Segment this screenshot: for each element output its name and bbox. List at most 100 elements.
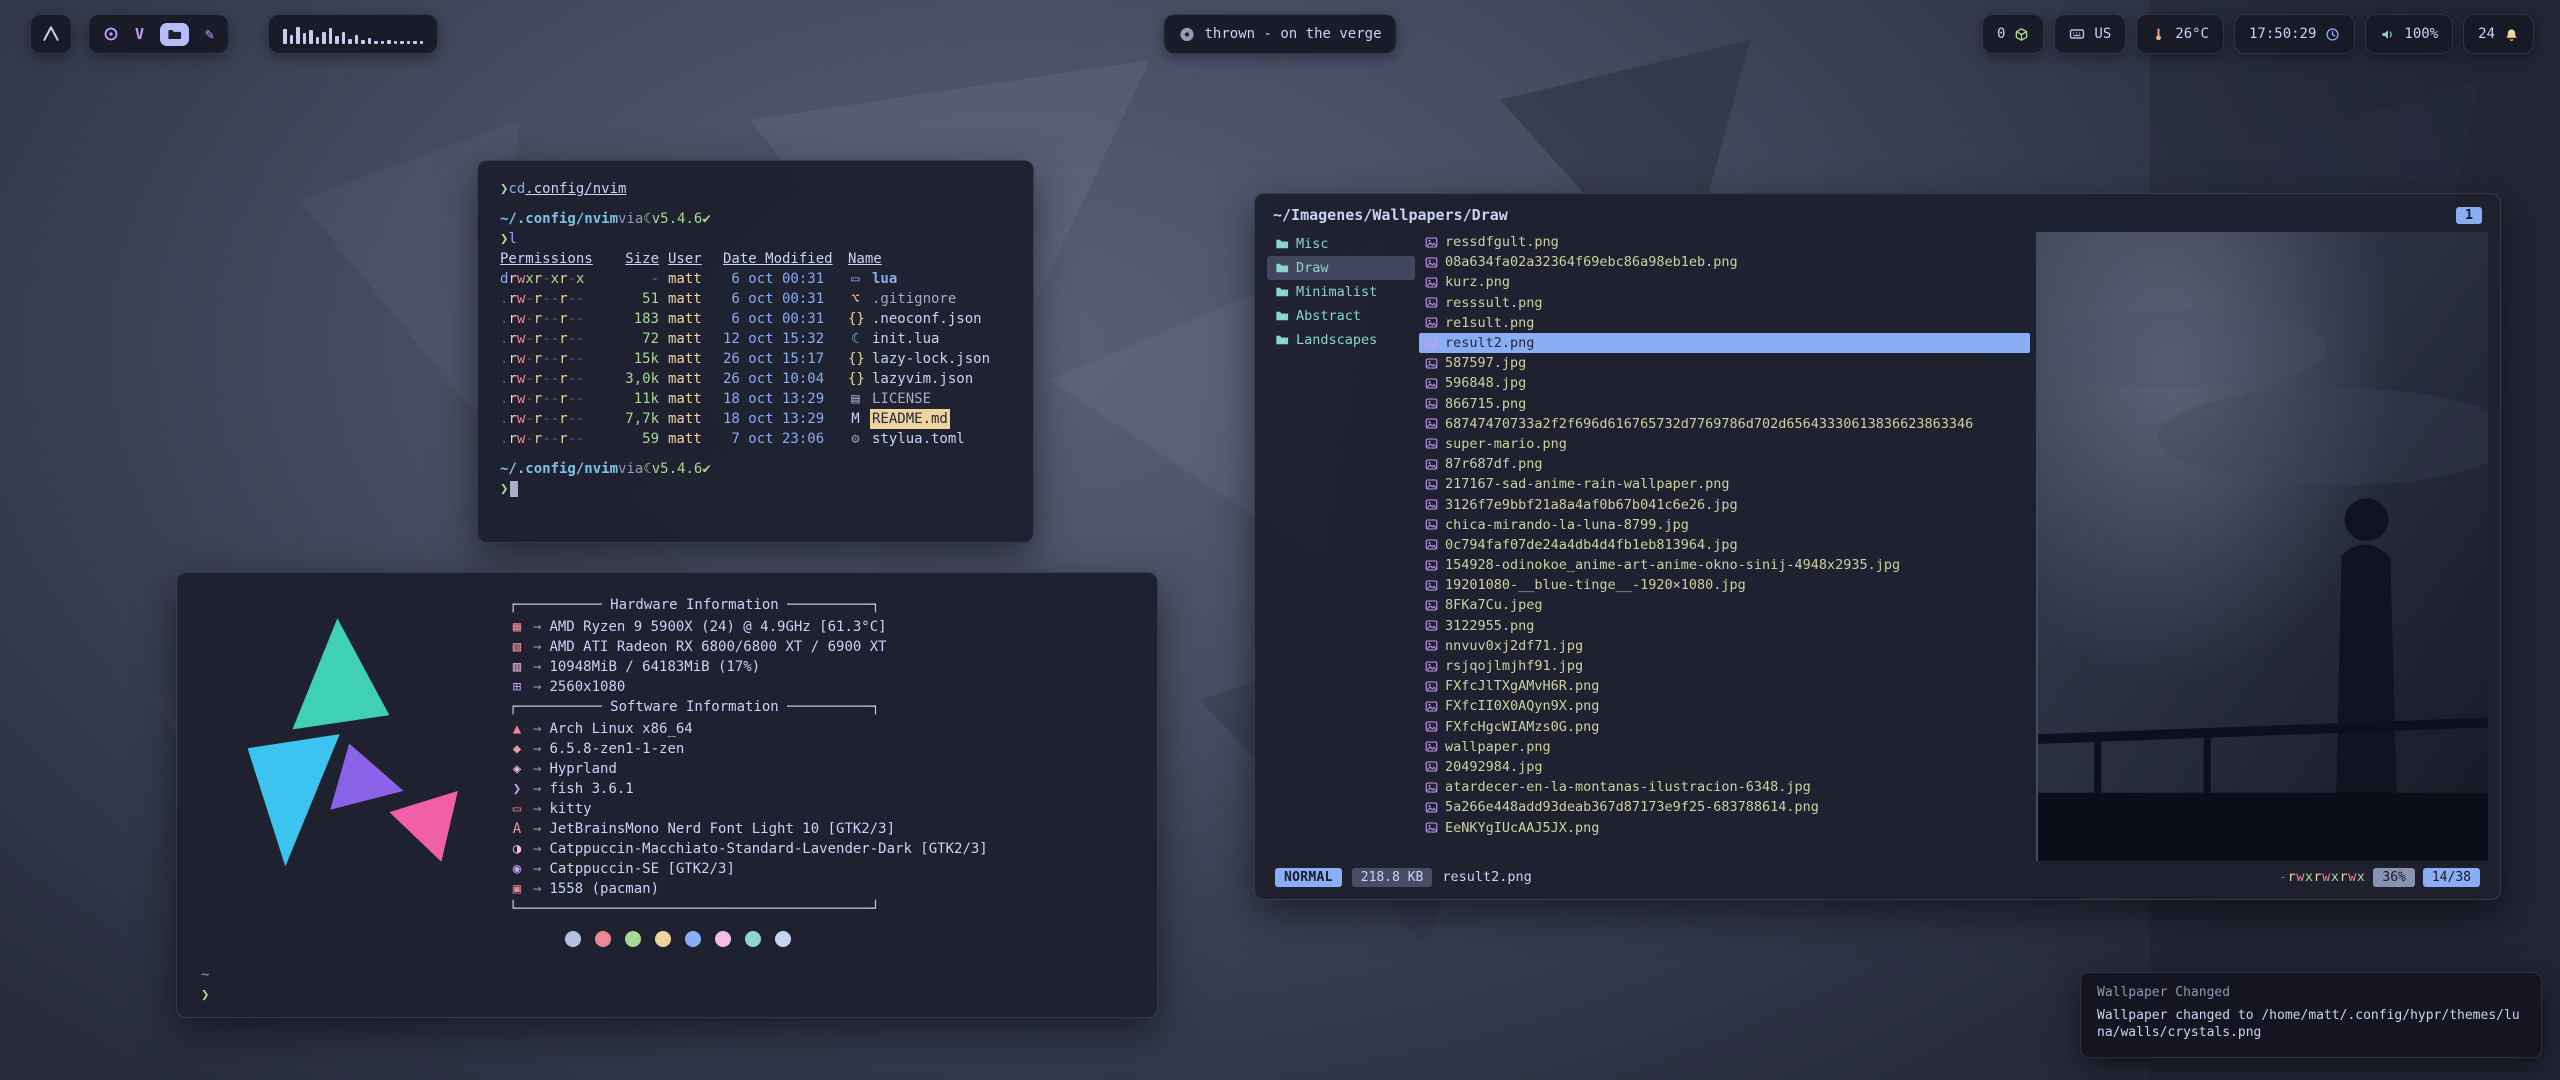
directory-item[interactable]: Misc [1267,232,1415,256]
json-icon: {} [848,369,863,389]
directory-item[interactable]: Minimalist [1267,280,1415,304]
file-row[interactable]: wallpaper.png [1419,737,2030,757]
listing-row: .rw-r--r-- 7,7k matt 18 oct 13:29 M READ… [500,409,1011,429]
info-value: JetBrainsMono Nerd Font Light 10 [GTK2/3… [549,819,895,839]
lua-file-icon: ☾ [848,329,863,349]
temperature-widget[interactable]: 26°C [2136,14,2224,54]
file-row[interactable]: ressdfgult.png [1419,232,2030,252]
file-row[interactable]: resssult.png [1419,293,2030,313]
directory-item[interactable]: Draw [1267,256,1415,280]
permissions: .rw-r--r-- [500,409,600,429]
prompt-symbol: ❯ [500,179,508,199]
file-name: LICENSE [870,389,933,409]
visualizer-bar [361,40,365,44]
file-row[interactable]: rsjqojlmjhf91.jpg [1419,656,2030,676]
file-row[interactable]: EeNKYgIUcAAJ5JX.png [1419,817,2030,837]
command-argument: .config/nvim [525,179,626,199]
file-row[interactable]: FXfcJlTXgAMvH6R.png [1419,676,2030,696]
file-row[interactable]: re1sult.png [1419,313,2030,333]
keyboard-layout-widget[interactable]: US [2054,14,2126,54]
permissions: .rw-r--r-- [500,349,600,369]
file-row[interactable]: 20492984.jpg [1419,757,2030,777]
command: cd [508,179,525,199]
file-row[interactable]: 217167-sad-anime-rain-wallpaper.png [1419,474,2030,494]
image-file-icon [1425,296,1438,309]
updates-widget[interactable]: 0 [1982,14,2044,54]
license-doc-icon: ▤ [848,389,863,409]
file-row[interactable]: 587597.jpg [1419,353,2030,373]
file-name: FXfcII0X0AQyn9X.png [1445,698,1599,714]
visualizer-bar [420,41,424,44]
file-row[interactable]: FXfcII0X0AQyn9X.png [1419,696,2030,716]
date-modified: 7 oct 23:06 [723,429,839,449]
file-row[interactable]: 866715.png [1419,394,2030,414]
directory-name: Draw [1296,260,1329,276]
workspace-vim-icon[interactable]: V [135,25,144,43]
file-name: super-mario.png [1445,436,1567,452]
file-row[interactable]: super-mario.png [1419,434,2030,454]
clock-widget[interactable]: 17:50:29 [2234,14,2355,54]
file-row[interactable]: 596848.jpg [1419,373,2030,393]
visualizer-bar [368,38,372,44]
launcher-arrow-icon [41,24,61,44]
file-row[interactable]: 08a634fa02a32364f69ebc86a98eb1eb.png [1419,252,2030,272]
shell-prompt[interactable]: ~ ❯ [201,965,209,1005]
image-preview-pane [2036,232,2488,861]
image-file-icon [1425,478,1438,491]
file-row[interactable]: 3122955.png [1419,616,2030,636]
palette-dot [745,931,761,947]
software-info-list: ▲ → Arch Linux x86_64 ◆ → 6.5.8-zen1-1-z… [509,719,1129,899]
music-widget[interactable]: thrown - on the verge [1163,14,1396,54]
workspace-files-icon-active[interactable] [160,23,189,46]
file-name: init.lua [870,329,941,349]
file-row[interactable]: 0c794faf07de24a4db4d4fb1eb813964.jpg [1419,535,2030,555]
file-row[interactable]: nnvuv0xj2df71.jpg [1419,636,2030,656]
prompt-symbol: ❯ [500,479,508,499]
json-icon: {} [848,349,863,369]
file-row[interactable]: kurz.png [1419,272,2030,292]
notification-popup[interactable]: Wallpaper Changed Wallpaper changed to /… [2080,972,2542,1058]
arrow-glyph: → [533,819,541,839]
selected-filename: result2.png [1442,869,1531,885]
tab-indicator[interactable]: 1 [2456,207,2482,224]
file-row[interactable]: 87r687df.png [1419,454,2030,474]
shell-command-line: ❯ cd .config/nvim [500,179,1011,199]
speaker-icon [2380,27,2395,42]
active-prompt[interactable]: ❯ [500,479,1011,499]
listing-row: .rw-r--r-- 59 matt 7 oct 23:06 ⚙ stylua.… [500,429,1011,449]
file-owner: matt [668,349,714,369]
file-row[interactable]: 5a266e448add93deab367d87173e9f25-6837886… [1419,797,2030,817]
file-row[interactable]: 68747470733a2f2f696d616765732d7769786d70… [1419,414,2030,434]
file-row[interactable]: atardecer-en-la-montanas-ilustracion-634… [1419,777,2030,797]
terminal-window: ❯ cd .config/nvim ~/.config/nvim via ☾ v… [477,160,1034,543]
file-name: README.md [870,409,950,429]
directory-item[interactable]: Abstract [1267,304,1415,328]
directory-item[interactable]: Landscapes [1267,328,1415,352]
workspace-browser-icon[interactable] [103,26,119,42]
visualizer-bar [309,30,313,44]
file-owner: matt [668,389,714,409]
packages-icon: ▣ [509,879,525,899]
volume-widget[interactable]: 100% [2365,14,2453,54]
palette-dot [715,931,731,947]
preview-image [2038,232,2488,861]
file-name: 68747470733a2f2f696d616765732d7769786d70… [1445,416,1973,432]
file-name: re1sult.png [1445,315,1534,331]
arrow-glyph: → [533,617,541,637]
file-row[interactable]: 3126f7e9bbf21a8a4af0b67b041c6e26.jpg [1419,494,2030,514]
file-row[interactable]: result2.png [1419,333,2030,353]
launcher-button[interactable] [30,14,72,54]
header-user: User [668,249,714,269]
workspace-edit-icon[interactable]: ✎ [205,25,214,43]
file-name: 5a266e448add93deab367d87173e9f25-6837886… [1445,799,1819,815]
file-row[interactable]: chica-mirando-la-luna-8799.jpg [1419,515,2030,535]
image-file-icon [1425,458,1438,471]
file-row[interactable]: 154928-odinokoe_anime-art-anime-okno-sin… [1419,555,2030,575]
file-row[interactable]: 19201080-__blue-tinge__-1920×1080.jpg [1419,575,2030,595]
notifications-widget[interactable]: 24 [2463,14,2534,54]
file-row[interactable]: FXfcHgcWIAMzs0G.png [1419,717,2030,737]
file-row[interactable]: 8FKa7Cu.jpeg [1419,595,2030,615]
file-size: 11k [609,389,659,409]
hardware-info-list: ▦ → AMD Ryzen 9 5900X (24) @ 4.9GHz [61.… [509,617,1129,697]
date-modified: 6 oct 00:31 [723,269,839,289]
